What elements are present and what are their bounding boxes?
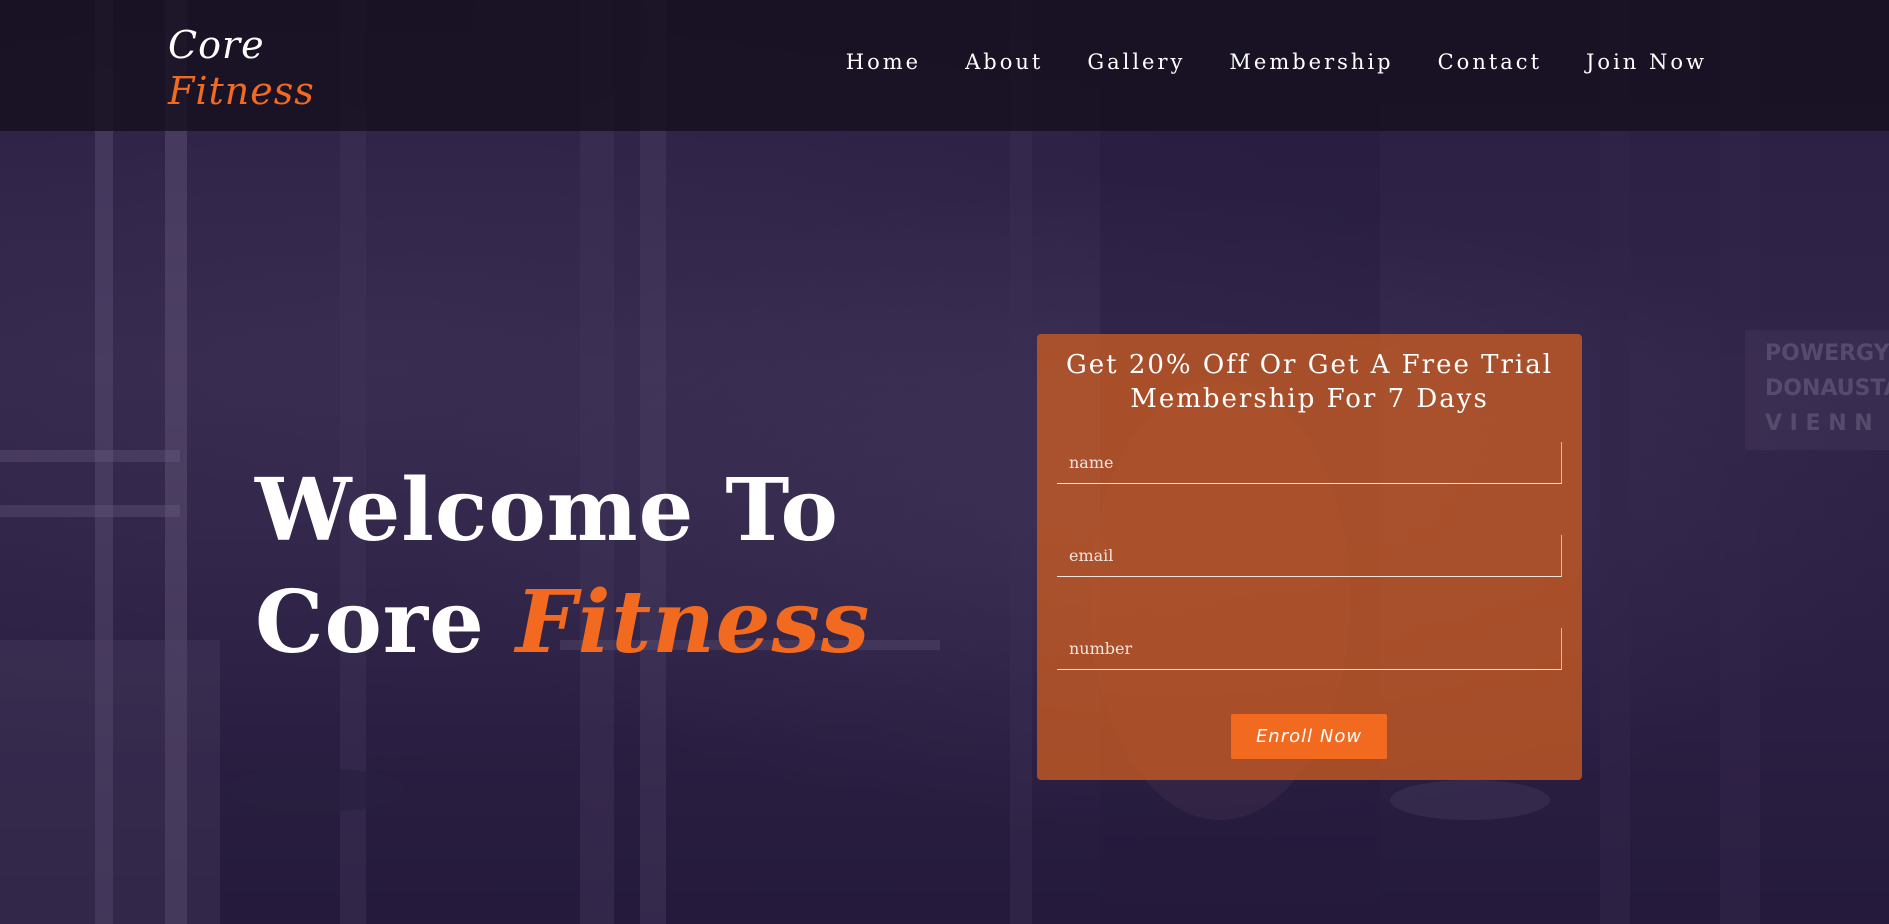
hero-title: Welcome To Core Fitness (255, 455, 870, 679)
offer-title: Get 20% Off Or Get A Free Trial Membersh… (1037, 348, 1582, 416)
site-header: Core Fitness Home About Gallery Membersh… (0, 0, 1889, 131)
hero-line-2-prefix: Core (255, 572, 485, 673)
offer-title-line-2: Membership For 7 Days (1130, 384, 1489, 414)
email-field[interactable] (1057, 535, 1562, 577)
enroll-now-button[interactable]: Enroll Now (1231, 714, 1387, 759)
offer-title-line-1: Get 20% Off Or Get A Free Trial (1065, 350, 1554, 380)
nav-home[interactable]: Home (846, 50, 921, 74)
hero-line-1: Welcome To (255, 460, 839, 561)
landing-page: POWERGY DONAUSTA V I E N N Core Fitness … (0, 0, 1889, 924)
nav-join-now[interactable]: Join Now (1586, 50, 1707, 74)
brand-line-2: Fitness (168, 69, 315, 113)
brand-line-1: Core (168, 23, 265, 67)
hero-line-2-accent: Fitness (515, 572, 871, 673)
nav-gallery[interactable]: Gallery (1087, 50, 1185, 74)
nav-about[interactable]: About (965, 50, 1043, 74)
brand-logo[interactable]: Core Fitness (168, 22, 315, 114)
main-nav: Home About Gallery Membership Contact Jo… (802, 50, 1707, 74)
name-field[interactable] (1057, 442, 1562, 484)
number-field[interactable] (1057, 628, 1562, 670)
nav-contact[interactable]: Contact (1438, 50, 1542, 74)
nav-membership[interactable]: Membership (1229, 50, 1393, 74)
